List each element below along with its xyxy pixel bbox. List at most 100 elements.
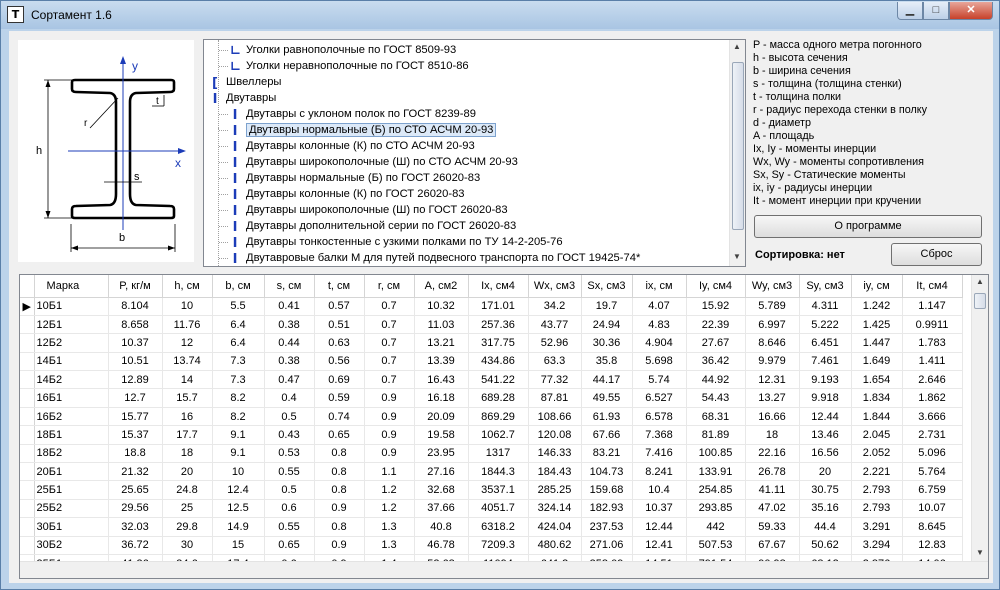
table-cell[interactable]: 1.425 xyxy=(851,315,903,335)
table-cell[interactable]: 1.2 xyxy=(364,499,415,519)
column-header[interactable]: b, см xyxy=(212,275,265,298)
tree-vertical-scrollbar[interactable]: ▲ ▼ xyxy=(729,40,745,266)
table-cell[interactable]: 16 xyxy=(162,407,213,427)
table-cell[interactable]: 10 xyxy=(212,462,265,482)
profile-mark-cell[interactable]: 12Б2 xyxy=(34,333,109,353)
table-cell[interactable]: 16.56 xyxy=(799,444,852,464)
table-cell[interactable]: 1.654 xyxy=(851,370,903,390)
table-cell[interactable]: 68.31 xyxy=(686,407,746,427)
table-cell[interactable]: 7.461 xyxy=(799,352,852,372)
table-cell[interactable]: 293.85 xyxy=(686,499,746,519)
table-cell[interactable]: 12.31 xyxy=(745,370,800,390)
tree-item[interactable]: I Двутавровые балки М для путей подвесног… xyxy=(219,250,640,266)
table-cell[interactable]: 6.4 xyxy=(212,333,265,353)
table-cell[interactable]: 133.91 xyxy=(686,462,746,482)
column-header[interactable]: r, см xyxy=(364,275,415,298)
table-cell[interactable]: 10.37 xyxy=(108,333,163,353)
table-cell[interactable]: 1.834 xyxy=(851,388,903,408)
table-cell[interactable]: 8.646 xyxy=(745,333,800,353)
table-cell[interactable]: 19.58 xyxy=(414,425,469,445)
table-cell[interactable]: 159.68 xyxy=(581,480,633,500)
table-cell[interactable]: 184.43 xyxy=(528,462,582,482)
table-cell[interactable]: 1062.7 xyxy=(468,425,529,445)
scroll-down-icon[interactable]: ▼ xyxy=(976,548,984,557)
table-cell[interactable]: 15.37 xyxy=(108,425,163,445)
profile-mark-cell[interactable]: 12Б1 xyxy=(34,315,109,335)
table-cell[interactable]: 23.95 xyxy=(414,444,469,464)
table-cell[interactable]: 0.9 xyxy=(364,407,415,427)
table-cell[interactable]: 35.16 xyxy=(799,499,852,519)
table-cell[interactable]: 1.147 xyxy=(902,297,963,316)
table-cell[interactable]: 9.1 xyxy=(212,425,265,445)
table-cell[interactable]: 30.36 xyxy=(581,333,633,353)
table-cell[interactable]: 171.01 xyxy=(468,297,529,316)
column-header[interactable]: Марка xyxy=(34,275,109,298)
table-cell[interactable]: 6.4 xyxy=(212,315,265,335)
table-cell[interactable]: 1.2 xyxy=(364,480,415,500)
table-cell[interactable]: 0.5 xyxy=(264,480,315,500)
table-cell[interactable]: 0.9 xyxy=(314,536,365,555)
table-cell[interactable]: 25.65 xyxy=(108,480,163,500)
table-horizontal-scrollbar[interactable] xyxy=(20,561,988,578)
tree-item[interactable]: I Двутавры колонные (К) по ГОСТ 26020-83 xyxy=(219,186,465,202)
table-cell[interactable]: 20 xyxy=(162,462,213,482)
table-cell[interactable]: 1317 xyxy=(468,444,529,464)
table-cell[interactable]: 4.311 xyxy=(799,297,852,316)
table-cell[interactable]: 442 xyxy=(686,517,746,537)
table-cell[interactable]: 104.73 xyxy=(581,462,633,482)
table-cell[interactable]: 507.53 xyxy=(686,536,746,555)
profile-mark-cell[interactable]: 16Б1 xyxy=(34,388,109,408)
minimize-button[interactable]: ▁ xyxy=(897,2,923,20)
table-cell[interactable]: 6318.2 xyxy=(468,517,529,537)
table-cell[interactable]: 12.44 xyxy=(799,407,852,427)
tree-item[interactable]: ∟ Уголки равнополочные по ГОСТ 8509-93 xyxy=(219,42,456,58)
profile-mark-cell[interactable]: 18Б2 xyxy=(34,444,109,464)
table-cell[interactable]: 8.658 xyxy=(108,315,163,335)
column-header[interactable]: It, см4 xyxy=(902,275,963,298)
table-cell[interactable]: 5.5 xyxy=(212,297,265,316)
table-cell[interactable]: 869.29 xyxy=(468,407,529,427)
table-cell[interactable]: 18 xyxy=(745,425,800,445)
table-cell[interactable]: 271.06 xyxy=(581,536,633,555)
table-cell[interactable]: 5.764 xyxy=(902,462,963,482)
table-cell[interactable]: 0.44 xyxy=(264,333,315,353)
column-header[interactable]: Wx, см3 xyxy=(528,275,582,298)
table-cell[interactable]: 1.844 xyxy=(851,407,903,427)
table-row[interactable]: 30Б2 36.72 30 15 0.65 0.9 1.3 46.78 7209.3 480.62… xyxy=(20,536,963,555)
tree-item[interactable]: I Двутавры тонкостенные с узкими полками … xyxy=(219,234,563,250)
table-cell[interactable]: 1.1 xyxy=(364,462,415,482)
table-cell[interactable]: 47.02 xyxy=(745,499,800,519)
table-cell[interactable]: 0.69 xyxy=(314,370,365,390)
table-cell[interactable]: 0.56 xyxy=(314,352,365,372)
table-cell[interactable]: 1844.3 xyxy=(468,462,529,482)
table-cell[interactable]: 25 xyxy=(162,499,213,519)
profile-mark-cell[interactable]: 25Б2 xyxy=(34,499,109,519)
column-header[interactable]: Wy, см3 xyxy=(745,275,800,298)
table-cell[interactable]: 15.92 xyxy=(686,297,746,316)
table-cell[interactable]: 15.77 xyxy=(108,407,163,427)
table-cell[interactable]: 237.53 xyxy=(581,517,633,537)
title-bar[interactable]: Т Сортамент 1.6 ▁ □ ✕ xyxy=(1,1,999,29)
table-cell[interactable]: 10.07 xyxy=(902,499,963,519)
table-cell[interactable]: 0.7 xyxy=(364,333,415,353)
table-row[interactable]: 12Б1 8.658 11.76 6.4 0.38 0.51 0.7 11.03 257.36 4… xyxy=(20,315,963,335)
table-row[interactable]: 16Б2 15.77 16 8.2 0.5 0.74 0.9 20.09 869.29 108.6… xyxy=(20,407,963,427)
table-cell[interactable]: 5.698 xyxy=(632,352,687,372)
table-cell[interactable]: 0.74 xyxy=(314,407,365,427)
maximize-button[interactable]: □ xyxy=(923,2,949,20)
table-cell[interactable]: 24.94 xyxy=(581,315,633,335)
table-cell[interactable]: 83.21 xyxy=(581,444,633,464)
profile-mark-cell[interactable]: 18Б1 xyxy=(34,425,109,445)
table-cell[interactable]: 27.67 xyxy=(686,333,746,353)
table-cell[interactable]: 0.38 xyxy=(264,352,315,372)
close-button[interactable]: ✕ xyxy=(949,2,993,20)
column-header[interactable]: h, см xyxy=(162,275,213,298)
table-cell[interactable]: 324.14 xyxy=(528,499,582,519)
table-row[interactable]: 16Б1 12.7 15.7 8.2 0.4 0.59 0.9 16.18 689.28 87.8… xyxy=(20,388,963,408)
table-cell[interactable]: 434.86 xyxy=(468,352,529,372)
tree-item[interactable]: I Двутавры нормальные (Б) по СТО АСЧМ 20-… xyxy=(219,122,497,138)
table-cell[interactable]: 22.39 xyxy=(686,315,746,335)
table-cell[interactable]: 21.32 xyxy=(108,462,163,482)
table-cell[interactable]: 1.447 xyxy=(851,333,903,353)
scroll-up-icon[interactable]: ▲ xyxy=(976,277,984,286)
